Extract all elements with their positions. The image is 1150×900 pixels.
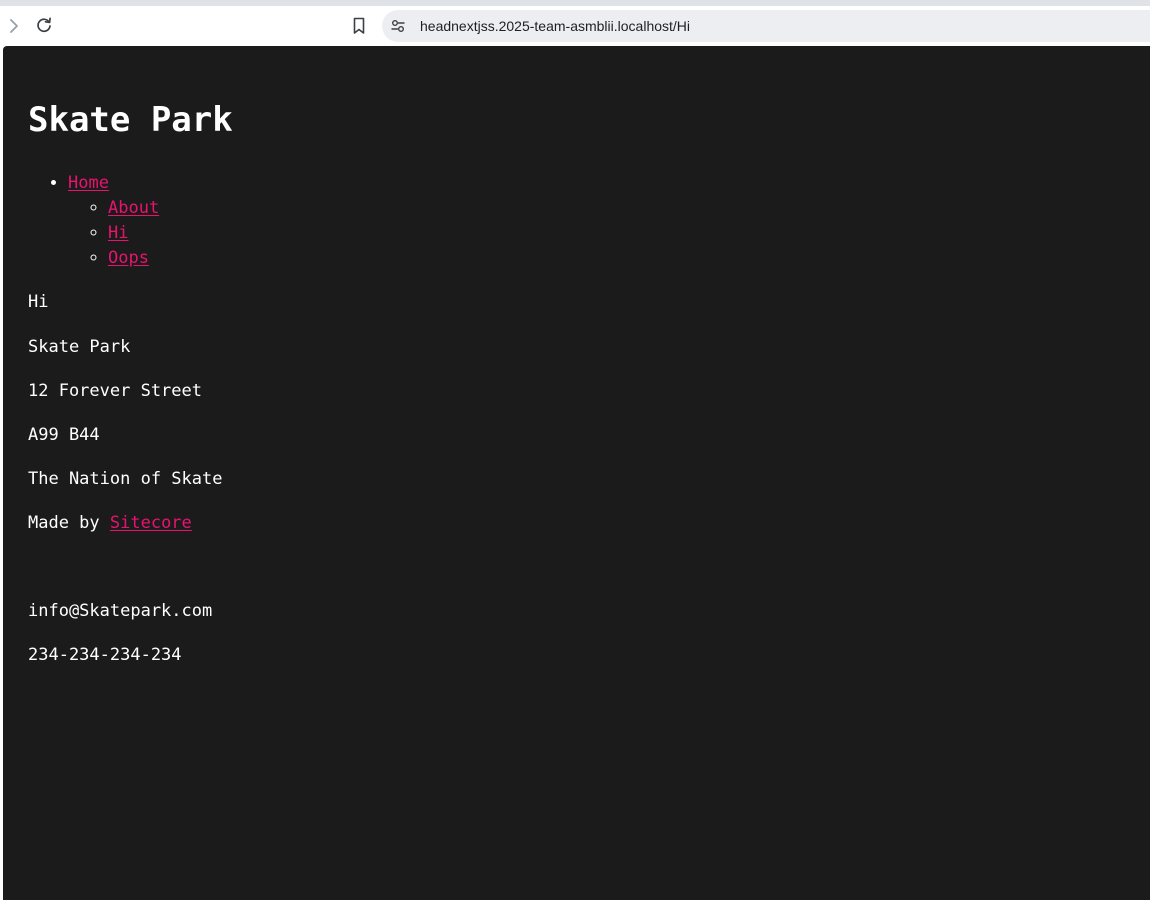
made-by-line: Made by Sitecore bbox=[28, 512, 192, 534]
tune-icon[interactable] bbox=[390, 18, 406, 34]
site-title: Skate Park bbox=[28, 100, 233, 140]
chevron-right-icon bbox=[10, 19, 18, 33]
contact-email: info@Skatepark.com bbox=[28, 601, 213, 621]
site-navigation: Home About Hi Oops bbox=[28, 171, 159, 271]
bookmark-icon bbox=[353, 17, 365, 34]
sitecore-link[interactable]: Sitecore bbox=[110, 513, 192, 533]
nav-item-about: About bbox=[108, 196, 159, 221]
page-heading-text: Hi bbox=[28, 292, 49, 312]
nav-link-about[interactable]: About bbox=[108, 198, 159, 218]
reload-button[interactable] bbox=[32, 12, 56, 40]
nav-link-oops[interactable]: Oops bbox=[108, 248, 149, 268]
bookmark-button[interactable] bbox=[348, 13, 370, 39]
nav-item-home: Home About Hi Oops bbox=[68, 171, 159, 271]
address-postcode: A99 B44 bbox=[28, 425, 100, 445]
address-name: Skate Park bbox=[28, 337, 131, 357]
forward-button[interactable] bbox=[4, 14, 24, 38]
url-text[interactable]: headnextjss.2025-team-asmblii.localhost/… bbox=[420, 18, 690, 34]
browser-toolbar: headnextjss.2025-team-asmblii.localhost/… bbox=[0, 6, 1150, 46]
nav-sub-list: About Hi Oops bbox=[68, 196, 159, 271]
address-country: The Nation of Skate bbox=[28, 469, 223, 489]
nav-item-oops: Oops bbox=[108, 246, 159, 271]
contact-phone: 234-234-234-234 bbox=[28, 645, 182, 665]
address-street: 12 Forever Street bbox=[28, 381, 202, 401]
nav-link-hi[interactable]: Hi bbox=[108, 223, 128, 243]
nav-item-hi: Hi bbox=[108, 221, 159, 246]
page-viewport: Skate Park Home About Hi Oops Hi Skate P… bbox=[3, 46, 1150, 900]
nav-link-home[interactable]: Home bbox=[68, 173, 109, 193]
reload-icon bbox=[37, 17, 51, 33]
made-by-prefix: Made by bbox=[28, 513, 110, 533]
address-bar[interactable]: headnextjss.2025-team-asmblii.localhost/… bbox=[382, 10, 1150, 42]
